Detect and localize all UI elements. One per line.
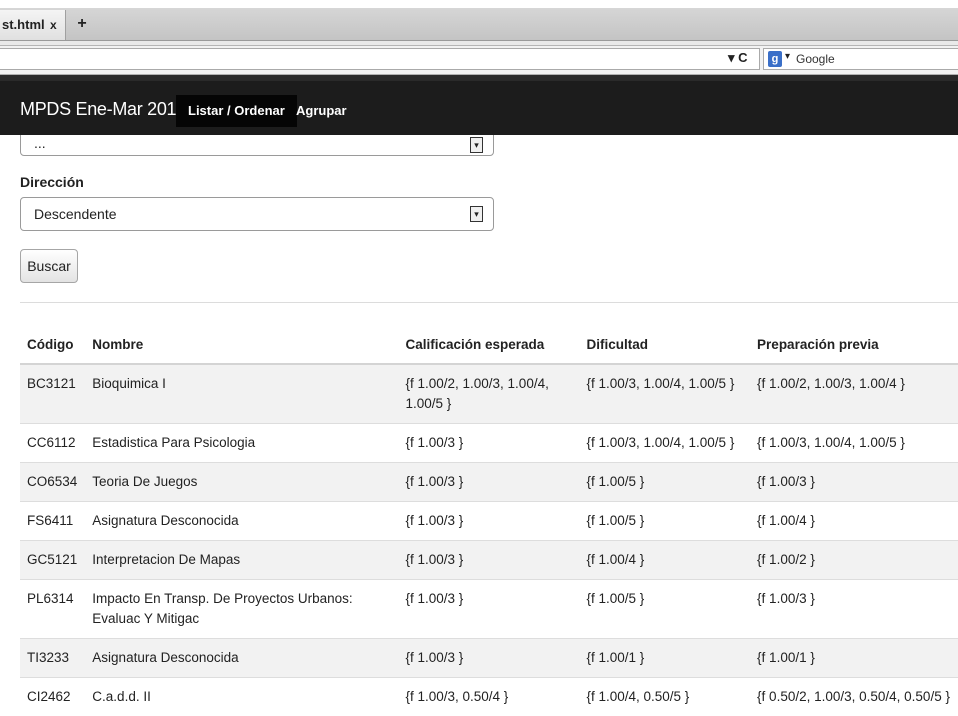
cell-calificacion: {f 1.00/3 }	[398, 580, 579, 639]
cell-calificacion: {f 1.00/3, 0.50/4 }	[398, 678, 579, 716]
search-placeholder: Google	[796, 52, 835, 66]
cell-dificultad: {f 1.00/1 }	[579, 639, 750, 678]
cell-codigo: BC3121	[20, 364, 85, 424]
cell-preparacion: {f 1.00/3 }	[750, 580, 958, 639]
table-row: TI3233 Asignatura Desconocida {f 1.00/3 …	[20, 639, 958, 678]
tab-title: st.html	[2, 17, 45, 32]
cell-nombre: Bioquimica I	[85, 364, 398, 424]
nav-item-listar-ordenar[interactable]: Listar / Ordenar	[176, 95, 297, 127]
cell-preparacion: {f 1.00/4 }	[750, 502, 958, 541]
cell-calificacion: {f 1.00/3 }	[398, 639, 579, 678]
reload-icon[interactable]: ▾ C	[728, 50, 748, 66]
top-strip	[0, 0, 958, 8]
cell-nombre: Asignatura Desconocida	[85, 502, 398, 541]
direction-label: Dirección	[20, 174, 84, 190]
cell-nombre: C.a.d.d. II	[85, 678, 398, 716]
table-row: CC6112 Estadistica Para Psicologia {f 1.…	[20, 424, 958, 463]
header-preparacion: Preparación previa	[750, 325, 958, 364]
direction-select-value: Descendente	[34, 206, 117, 222]
table-header-row: Código Nombre Calificación esperada Difi…	[20, 325, 958, 364]
chevron-down-icon[interactable]: ▾	[470, 137, 483, 153]
header-codigo: Código	[20, 325, 85, 364]
cell-nombre: Impacto En Transp. De Proyectos Urbanos:…	[85, 580, 398, 639]
table-row: PL6314 Impacto En Transp. De Proyectos U…	[20, 580, 958, 639]
results-table: Código Nombre Calificación esperada Difi…	[20, 325, 958, 716]
cell-dificultad: {f 1.00/5 }	[579, 463, 750, 502]
order-select-value: ...	[34, 135, 46, 151]
nav-item-agrupar[interactable]: Agrupar	[284, 95, 359, 127]
cell-preparacion: {f 1.00/3 }	[750, 463, 958, 502]
search-button[interactable]: Buscar	[20, 249, 78, 283]
cell-dificultad: {f 1.00/3, 1.00/4, 1.00/5 }	[579, 364, 750, 424]
browser-tab[interactable]: st.html x	[0, 10, 66, 40]
cell-preparacion: {f 1.00/3, 1.00/4, 1.00/5 }	[750, 424, 958, 463]
search-input[interactable]: g ▾ Google	[763, 48, 958, 70]
cell-codigo: CC6112	[20, 424, 85, 463]
cell-preparacion: {f 0.50/2, 1.00/3, 0.50/4, 0.50/5 }	[750, 678, 958, 716]
browser-tab-bar: st.html x +	[0, 8, 958, 41]
google-icon[interactable]: g	[768, 51, 782, 67]
cell-nombre: Interpretacion De Mapas	[85, 541, 398, 580]
cell-codigo: CI2462	[20, 678, 85, 716]
app-navbar-overlay: MPDS Ene-Mar 2014 Listar / Ordenar Agrup…	[0, 75, 958, 135]
cell-nombre: Teoria De Juegos	[85, 463, 398, 502]
brand-title[interactable]: MPDS Ene-Mar 2014	[20, 99, 186, 120]
cell-codigo: PL6314	[20, 580, 85, 639]
cell-dificultad: {f 1.00/4, 0.50/5 }	[579, 678, 750, 716]
chevron-down-icon[interactable]: ▾	[470, 206, 483, 222]
header-calificacion: Calificación esperada	[398, 325, 579, 364]
cell-preparacion: {f 1.00/2 }	[750, 541, 958, 580]
cell-dificultad: {f 1.00/3, 1.00/4, 1.00/5 }	[579, 424, 750, 463]
cell-codigo: CO6534	[20, 463, 85, 502]
cell-calificacion: {f 1.00/3 }	[398, 541, 579, 580]
browser-toolbar: ▾ C g ▾ Google	[0, 46, 958, 75]
divider	[20, 302, 958, 303]
cell-calificacion: {f 1.00/3 }	[398, 502, 579, 541]
cell-preparacion: {f 1.00/1 }	[750, 639, 958, 678]
cell-calificacion: {f 1.00/3 }	[398, 424, 579, 463]
cell-calificacion: {f 1.00/3 }	[398, 463, 579, 502]
cell-calificacion: {f 1.00/2, 1.00/3, 1.00/4, 1.00/5 }	[398, 364, 579, 424]
cell-dificultad: {f 1.00/5 }	[579, 580, 750, 639]
cell-codigo: GC5121	[20, 541, 85, 580]
cell-preparacion: {f 1.00/2, 1.00/3, 1.00/4 }	[750, 364, 958, 424]
table-row: CI2462 C.a.d.d. II {f 1.00/3, 0.50/4 } {…	[20, 678, 958, 716]
table-row: FS6411 Asignatura Desconocida {f 1.00/3 …	[20, 502, 958, 541]
url-input[interactable]	[0, 48, 760, 70]
close-icon[interactable]: x	[50, 10, 57, 40]
table-row: GC5121 Interpretacion De Mapas {f 1.00/3…	[20, 541, 958, 580]
cell-dificultad: {f 1.00/4 }	[579, 541, 750, 580]
cell-codigo: FS6411	[20, 502, 85, 541]
cell-nombre: Asignatura Desconocida	[85, 639, 398, 678]
table-row: CO6534 Teoria De Juegos {f 1.00/3 } {f 1…	[20, 463, 958, 502]
table-row: BC3121 Bioquimica I {f 1.00/2, 1.00/3, 1…	[20, 364, 958, 424]
cell-nombre: Estadistica Para Psicologia	[85, 424, 398, 463]
cell-codigo: TI3233	[20, 639, 85, 678]
header-nombre: Nombre	[85, 325, 398, 364]
header-dificultad: Dificultad	[579, 325, 750, 364]
new-tab-icon[interactable]: +	[74, 16, 90, 32]
chevron-down-icon[interactable]: ▾	[785, 51, 790, 62]
direction-select[interactable]: Descendente ▾	[20, 197, 494, 231]
cell-dificultad: {f 1.00/5 }	[579, 502, 750, 541]
